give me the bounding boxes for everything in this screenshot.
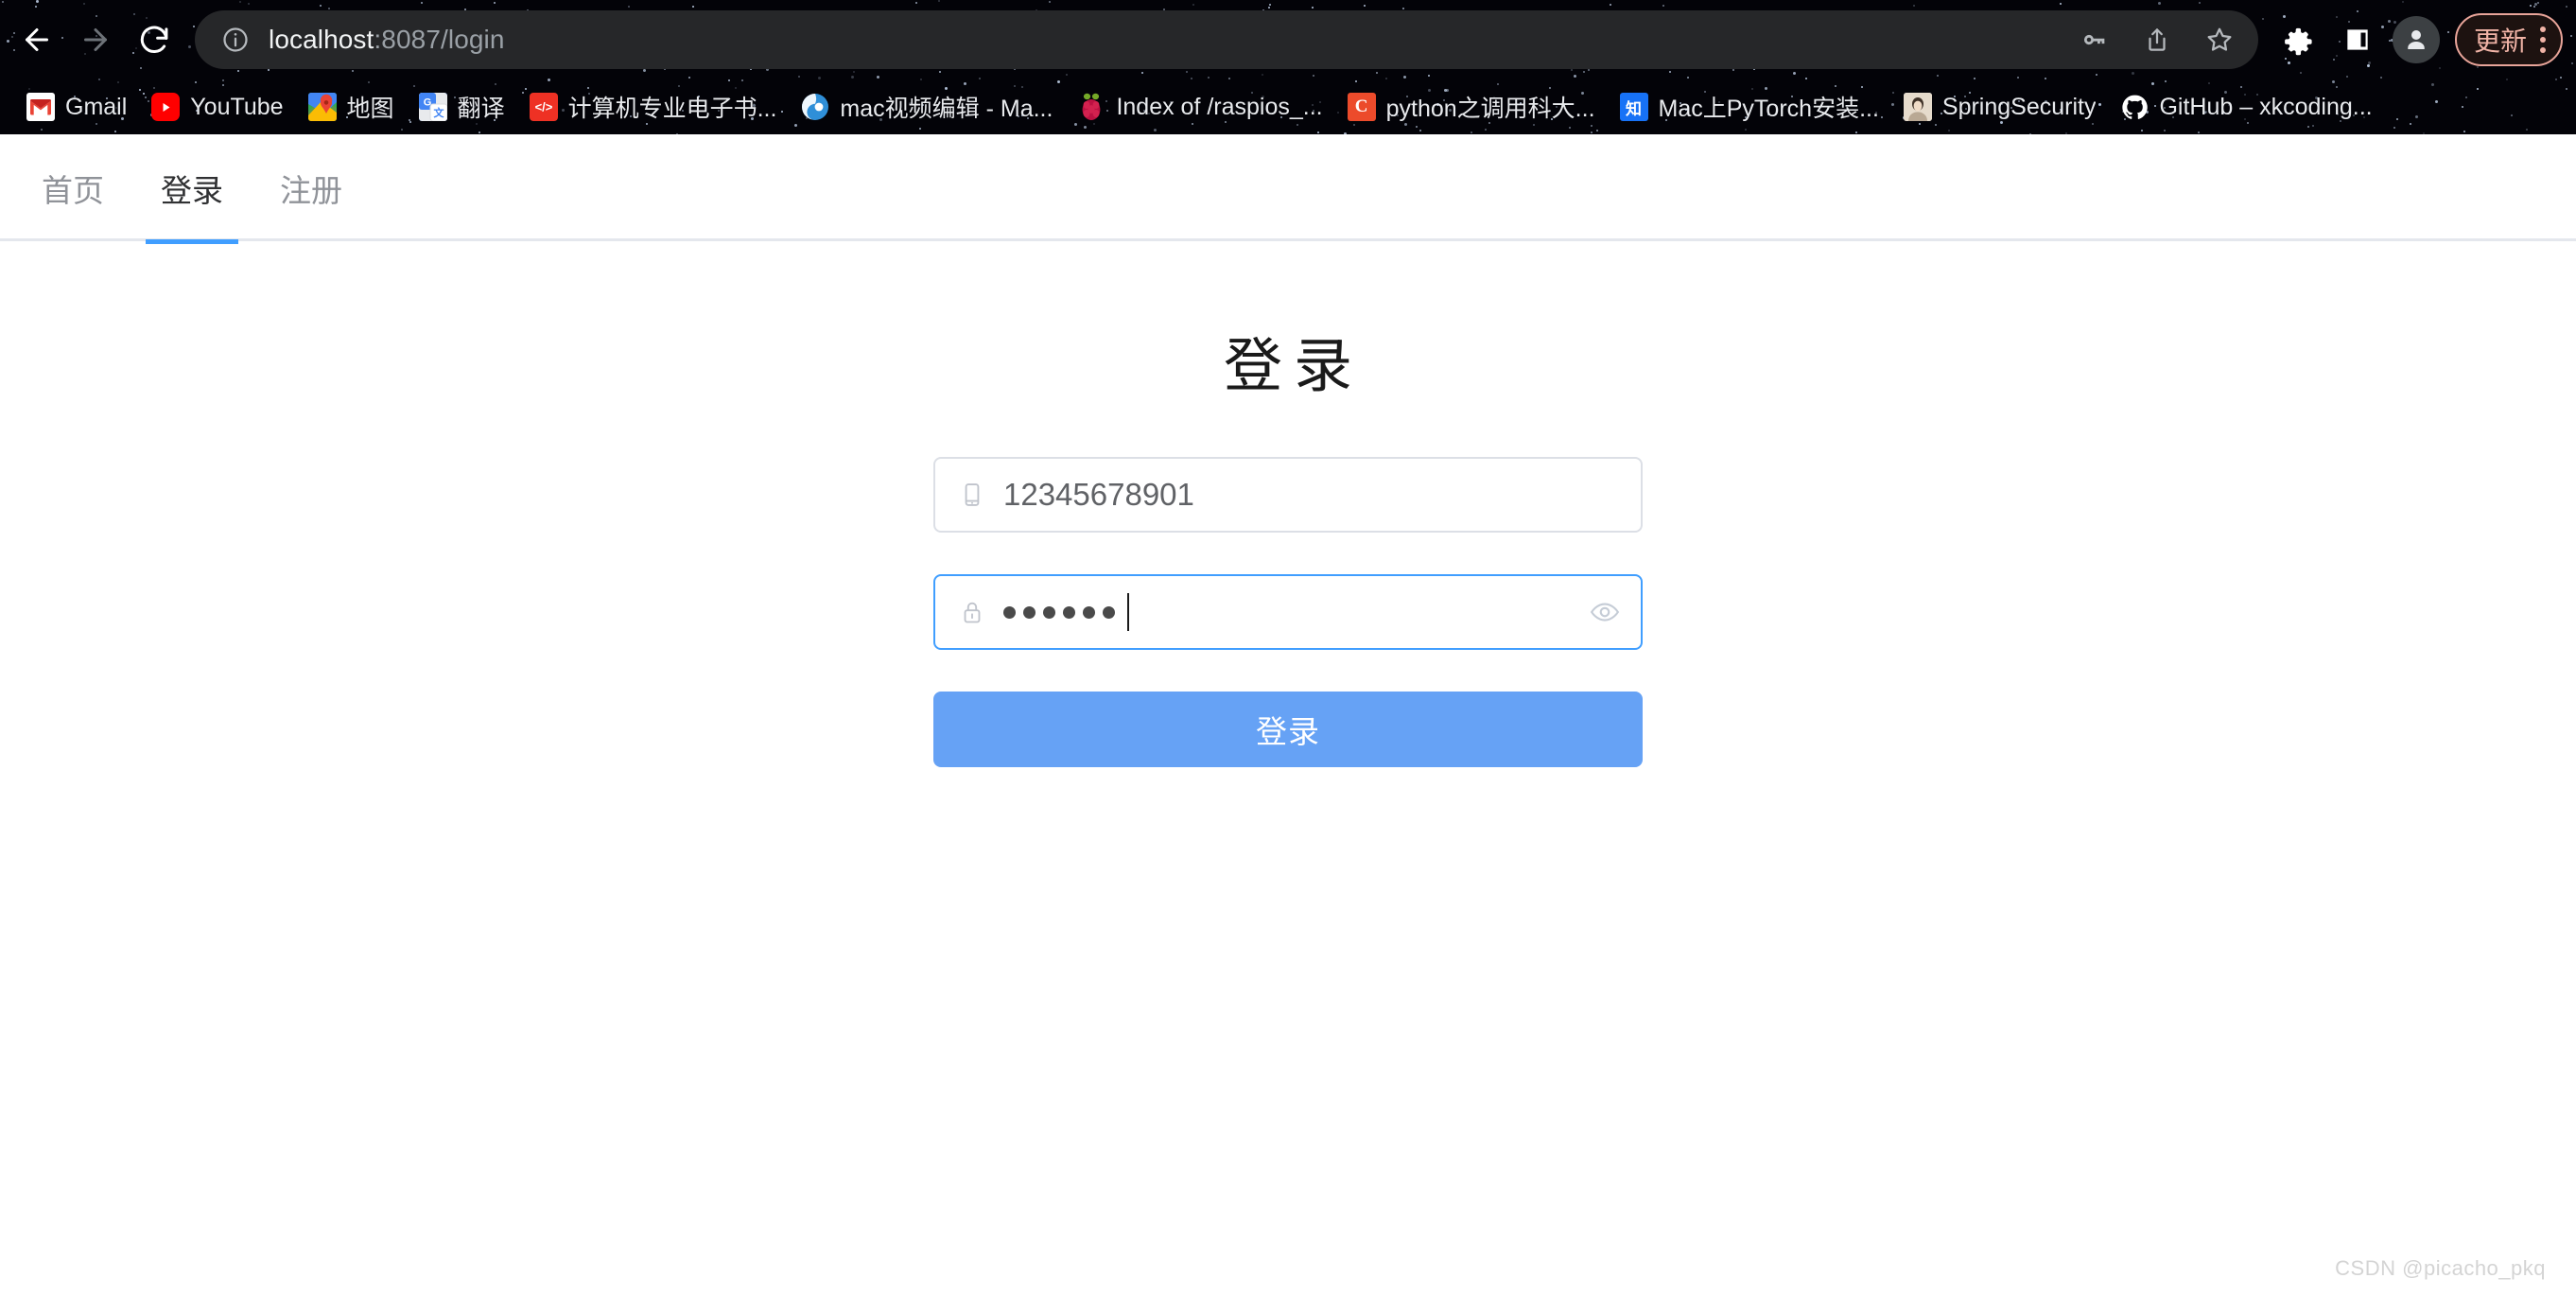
code-brackets-icon: </> bbox=[529, 93, 558, 121]
update-button-label: 更新 bbox=[2473, 26, 2527, 56]
nav-tab-2[interactable]: 注册 bbox=[252, 134, 371, 241]
address-bar[interactable]: localhost:8087/login bbox=[195, 10, 2258, 69]
google-translate-icon: G文 bbox=[418, 93, 447, 121]
blue-circle-icon bbox=[801, 93, 829, 121]
bookmark-label: 翻译 bbox=[457, 96, 505, 122]
bookmark-item[interactable]: GitHub – xkcoding... bbox=[2109, 87, 2383, 127]
watermark: CSDN @picacho_pkq bbox=[2335, 1256, 2546, 1280]
nav-tab-label: 登录 bbox=[161, 172, 223, 208]
update-button[interactable]: 更新 bbox=[2454, 13, 2563, 66]
bookmark-item[interactable]: SpringSecurity bbox=[1892, 87, 2108, 127]
bookmark-label: 计算机专业电子书... bbox=[567, 96, 777, 122]
forward-button[interactable] bbox=[66, 10, 125, 69]
reload-button[interactable] bbox=[125, 10, 183, 69]
bookmark-star-icon[interactable] bbox=[2190, 10, 2249, 69]
nav-tab-0[interactable]: 首页 bbox=[13, 134, 132, 241]
site-nav: 首页 登录 注册 bbox=[0, 134, 2576, 244]
csdn-icon: C bbox=[1347, 93, 1376, 121]
nav-tab-label: 首页 bbox=[42, 172, 104, 208]
eye-icon[interactable] bbox=[1584, 591, 1626, 633]
github-icon bbox=[2120, 93, 2149, 121]
zhihu-icon: 知 bbox=[1619, 93, 1648, 121]
bookmark-label: GitHub – xkcoding... bbox=[2159, 93, 2373, 120]
bookmark-item[interactable]: mac视频编辑 - Ma... bbox=[790, 84, 1064, 130]
bookmark-label: mac视频编辑 - Ma... bbox=[840, 96, 1053, 122]
mobile-phone-icon bbox=[956, 479, 988, 511]
raspberry-pi-icon bbox=[1077, 93, 1105, 121]
address-bar-url[interactable]: localhost:8087/login bbox=[269, 25, 2052, 55]
bookmark-item[interactable]: YouTube bbox=[140, 87, 294, 127]
share-icon[interactable] bbox=[2128, 10, 2186, 69]
bookmarks-bar: Gmail YouTube 地图 G 文翻译 </> 计算机专业电子书... mac视频编辑 … bbox=[0, 79, 2576, 134]
lock-icon bbox=[956, 596, 988, 628]
bookmark-label: python之调用科大... bbox=[1385, 96, 1595, 122]
text-cursor bbox=[1127, 593, 1129, 631]
bookmark-label: Gmail bbox=[65, 93, 128, 120]
profile-avatar-icon[interactable] bbox=[2387, 10, 2445, 69]
url-path: :8087/login bbox=[374, 25, 505, 54]
username-input[interactable]: 12345678901 bbox=[1003, 477, 1626, 513]
svg-text:</>: </> bbox=[534, 100, 552, 114]
gmail-icon bbox=[26, 93, 55, 121]
page-body: 首页 登录 注册 登录 12345678901 登录 CSDN @picacho… bbox=[0, 134, 2576, 1296]
username-field[interactable]: 12345678901 bbox=[933, 457, 1643, 533]
browser-chrome: localhost:8087/login 更新 Gmail YouTube 地图… bbox=[0, 0, 2576, 134]
page-title: 登录 bbox=[1223, 334, 1364, 399]
extensions-puzzle-icon[interactable] bbox=[2270, 10, 2328, 69]
bookmark-item[interactable]: </> 计算机专业电子书... bbox=[518, 84, 789, 130]
main-content: 登录 12345678901 登录 bbox=[0, 241, 2576, 767]
nav-tab-label: 注册 bbox=[280, 172, 342, 208]
bookmark-label: YouTube bbox=[190, 93, 284, 120]
bookmark-item[interactable]: Cpython之调用科大... bbox=[1336, 84, 1607, 130]
bookmark-item[interactable]: G 文翻译 bbox=[408, 84, 516, 130]
login-submit-button[interactable]: 登录 bbox=[933, 692, 1643, 767]
bookmark-label: Index of /raspios_... bbox=[1116, 93, 1323, 120]
toolbar-right-group: 更新 bbox=[2270, 10, 2563, 69]
site-info-icon[interactable] bbox=[219, 24, 252, 56]
login-form: 12345678901 登录 bbox=[933, 457, 1643, 767]
password-key-icon[interactable] bbox=[2065, 10, 2124, 69]
side-panel-icon[interactable] bbox=[2328, 10, 2387, 69]
bookmark-item[interactable]: 知 Mac上PyTorch安装... bbox=[1609, 84, 1890, 130]
svg-text:文: 文 bbox=[433, 106, 444, 119]
url-host: localhost bbox=[269, 25, 374, 54]
password-field[interactable] bbox=[933, 574, 1643, 650]
bookmark-label: 地图 bbox=[346, 96, 394, 122]
nav-tab-1[interactable]: 登录 bbox=[132, 134, 252, 244]
browser-toolbar: localhost:8087/login 更新 bbox=[0, 0, 2576, 79]
bookmark-item[interactable]: Index of /raspios_... bbox=[1066, 87, 1333, 127]
bookmark-item[interactable]: Gmail bbox=[15, 87, 138, 127]
youtube-icon bbox=[151, 93, 181, 121]
back-button[interactable] bbox=[8, 10, 66, 69]
portrait-icon bbox=[1903, 93, 1932, 121]
bookmark-label: Mac上PyTorch安装... bbox=[1658, 96, 1879, 122]
google-maps-icon bbox=[307, 93, 337, 121]
password-input[interactable] bbox=[1003, 593, 1573, 631]
avatar bbox=[2392, 16, 2440, 63]
omnibox-actions bbox=[2065, 10, 2249, 69]
three-dot-menu-icon[interactable] bbox=[2540, 26, 2551, 53]
bookmark-label: SpringSecurity bbox=[1941, 93, 2097, 120]
bookmark-item[interactable]: 地图 bbox=[297, 84, 406, 130]
